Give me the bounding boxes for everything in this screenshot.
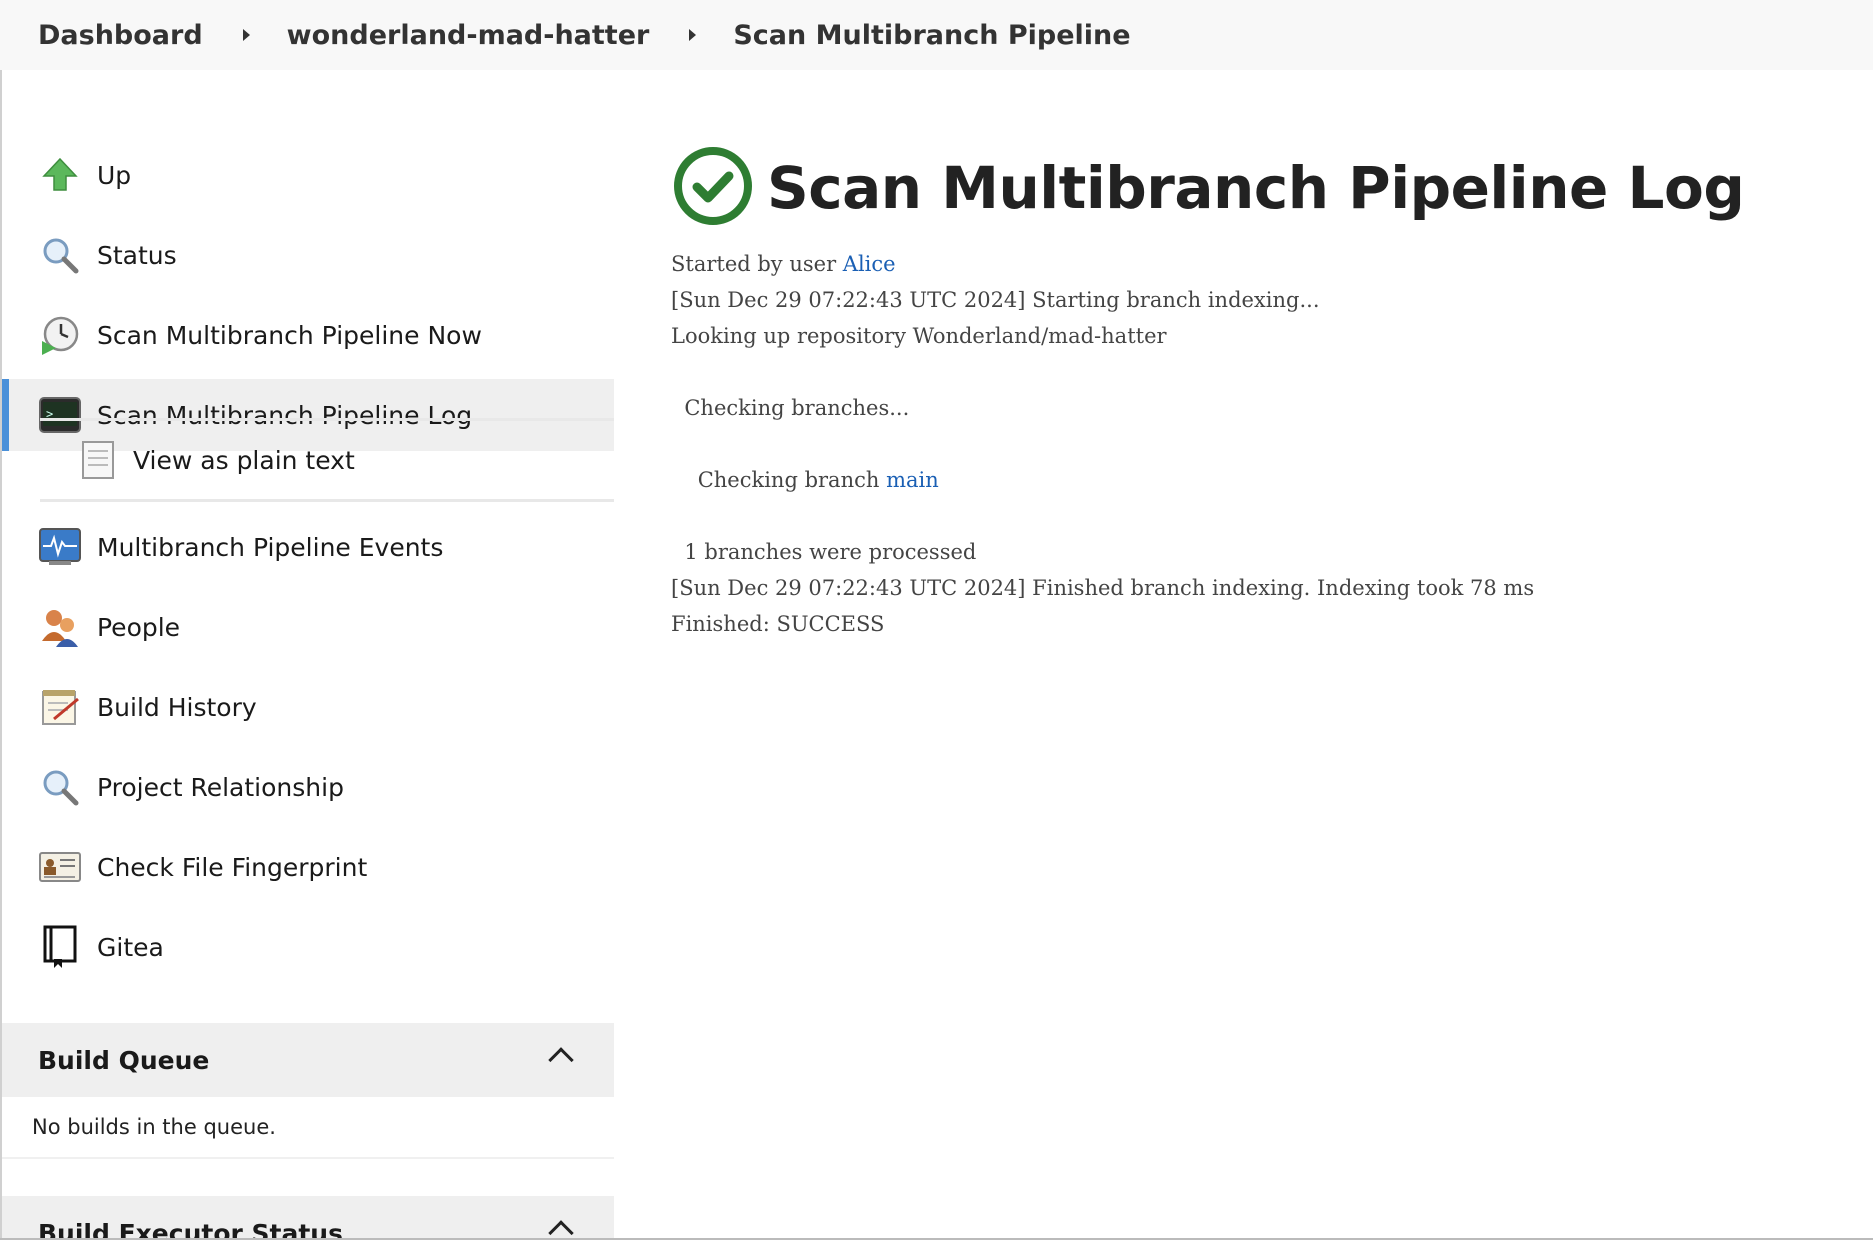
- magnifier-icon: [38, 233, 82, 277]
- console-blank: [671, 354, 1851, 390]
- breadcrumb-current[interactable]: Scan Multibranch Pipeline: [733, 20, 1130, 51]
- console-branch-prefix: Checking branch: [671, 468, 887, 492]
- chevron-up-icon[interactable]: [548, 1047, 574, 1073]
- sidebar-item-label: Up: [97, 160, 132, 190]
- id-card-icon: [38, 845, 82, 889]
- console-line: 1 branches were processed: [671, 540, 977, 564]
- magnifier-icon: [38, 765, 82, 809]
- up-arrow-icon: [38, 153, 82, 197]
- console-line: Checking branches...: [671, 396, 910, 420]
- page-title: Scan Multibranch Pipeline Log: [767, 154, 1745, 222]
- sidebar-item-scan-now[interactable]: Scan Multibranch Pipeline Now: [2, 299, 614, 371]
- book-icon: [38, 925, 82, 969]
- console-started-prefix: Started by user: [671, 252, 843, 276]
- sidebar-item-people[interactable]: People: [2, 591, 614, 663]
- chevron-right-icon[interactable]: [689, 29, 697, 41]
- sidebar-item-label: Status: [97, 240, 177, 270]
- build-queue-header[interactable]: Build Queue: [2, 1023, 614, 1097]
- console-blank: [671, 498, 1851, 534]
- sidebar-item-label: Build History: [97, 692, 257, 722]
- sidebar-item-gitea[interactable]: Gitea: [2, 911, 614, 983]
- sidebar-item-label: Scan Multibranch Pipeline Now: [97, 320, 482, 350]
- page-title-row: Scan Multibranch Pipeline Log: [673, 146, 1745, 230]
- people-icon: [38, 605, 82, 649]
- sidebar-item-up[interactable]: Up: [2, 139, 614, 211]
- sidebar-item-project-relationship[interactable]: Project Relationship: [2, 751, 614, 823]
- sidebar-item-status[interactable]: Status: [2, 219, 614, 291]
- sidebar-item-label: People: [97, 612, 181, 642]
- sidebar: Up Status Scan Multibranch Pipeline Now …: [0, 70, 614, 1240]
- build-executor-title: Build Executor Status: [38, 1218, 343, 1240]
- console-output: Started by user Alice [Sun Dec 29 07:22:4…: [671, 246, 1851, 642]
- success-check-icon: [673, 146, 753, 230]
- sidebar-item-label: Check File Fingerprint: [97, 852, 368, 882]
- console-line: [Sun Dec 29 07:22:43 UTC 2024] Finished …: [671, 576, 1535, 600]
- breadcrumb: Dashboard wonderland-mad-hatter Scan Mul…: [0, 0, 1873, 70]
- console-line: Finished: SUCCESS: [671, 612, 885, 636]
- sidebar-subitem-plain-text[interactable]: View as plain text: [40, 418, 614, 502]
- build-queue-title: Build Queue: [38, 1045, 210, 1075]
- document-icon: [78, 438, 118, 482]
- console-line: Checking branch main: [671, 462, 1851, 498]
- build-queue-empty-text: No builds in the queue.: [32, 1115, 276, 1139]
- breadcrumb-dashboard[interactable]: Dashboard: [38, 20, 203, 51]
- main-content: Scan Multibranch Pipeline Log Started by…: [614, 70, 1873, 1240]
- sidebar-item-fingerprint[interactable]: Check File Fingerprint: [2, 831, 614, 903]
- user-link[interactable]: Alice: [843, 252, 896, 276]
- sidebar-item-label: Project Relationship: [97, 772, 344, 802]
- build-queue-empty: No builds in the queue.: [2, 1097, 614, 1159]
- chevron-right-icon[interactable]: [242, 29, 250, 41]
- console-line: [Sun Dec 29 07:22:43 UTC 2024] Starting …: [671, 288, 1320, 312]
- console-line: Started by user Alice: [671, 246, 1851, 282]
- build-executor-header[interactable]: Build Executor Status: [2, 1196, 614, 1240]
- branch-link[interactable]: main: [886, 468, 939, 492]
- sidebar-item-events[interactable]: Multibranch Pipeline Events: [2, 511, 614, 583]
- notepad-icon: [38, 685, 82, 729]
- sidebar-item-label: Multibranch Pipeline Events: [97, 532, 444, 562]
- console-blank: [671, 426, 1851, 462]
- sidebar-item-build-history[interactable]: Build History: [2, 671, 614, 743]
- sidebar-item-label: View as plain text: [133, 445, 355, 475]
- breadcrumb-project[interactable]: wonderland-mad-hatter: [287, 20, 650, 51]
- monitor-icon: [38, 525, 82, 569]
- jenkins-page: Dashboard wonderland-mad-hatter Scan Mul…: [0, 0, 1873, 1240]
- clock-icon: [38, 313, 82, 357]
- console-line: Looking up repository Wonderland/mad-hat…: [671, 324, 1167, 348]
- sidebar-item-label: Gitea: [97, 932, 164, 962]
